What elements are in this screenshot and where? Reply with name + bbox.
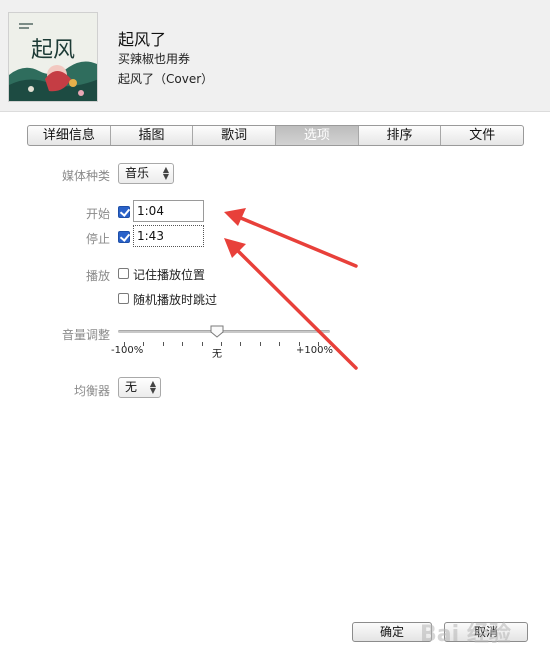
volume-slider-thumb[interactable] <box>210 325 224 338</box>
annotation-arrow-start <box>234 214 358 268</box>
playback-label: 播放 <box>85 269 110 283</box>
equalizer-select[interactable]: 无 ▲ ▼ <box>118 377 161 398</box>
tab-options[interactable]: 选项 <box>276 126 359 145</box>
album-cover-text: 起风 <box>31 38 75 63</box>
tab-artwork[interactable]: 插图 <box>111 126 194 145</box>
tab-sorting[interactable]: 排序 <box>359 126 442 145</box>
stop-time-input[interactable]: 1:43 <box>133 225 204 247</box>
watermark-logo: Bai 经验 <box>420 622 511 647</box>
tab-file[interactable]: 文件 <box>441 126 523 145</box>
album-cover-image: 起风 <box>8 12 98 102</box>
start-time-input[interactable]: 1:04 <box>133 200 204 222</box>
remember-position-label[interactable]: 记住播放位置 <box>133 266 205 283</box>
skip-shuffle-label[interactable]: 随机播放时跳过 <box>133 291 217 308</box>
track-title: 起风了 <box>118 30 167 49</box>
chevron-updown-icon: ▲ ▼ <box>149 379 156 395</box>
volume-min-label: -100% <box>111 345 144 356</box>
volume-tick <box>279 342 281 346</box>
volume-tick <box>162 342 164 346</box>
volume-tick <box>259 342 261 346</box>
track-artist: 买辣椒也用券 <box>118 52 191 66</box>
tab-details[interactable]: 详细信息 <box>28 126 111 145</box>
volume-tick <box>201 342 203 346</box>
equalizer-label: 均衡器 <box>73 384 110 398</box>
track-album: 起风了（Cover） <box>118 72 214 86</box>
remember-position-checkbox[interactable] <box>118 268 129 279</box>
stop-label: 停止 <box>85 232 110 246</box>
volume-max-label: +100% <box>296 345 333 356</box>
equalizer-value: 无 <box>125 380 138 394</box>
annotation-arrowhead-start <box>224 208 246 226</box>
skip-shuffle-checkbox[interactable] <box>118 293 129 304</box>
start-label: 开始 <box>85 207 110 221</box>
start-checkbox[interactable] <box>118 206 130 218</box>
media-kind-label: 媒体种类 <box>61 169 110 183</box>
volume-tick <box>182 342 184 346</box>
volume-tick <box>143 342 145 346</box>
track-header: 起风 起风了 买辣椒也用券 起风了（Cover） <box>0 0 550 112</box>
annotation-arrowhead-stop <box>224 238 246 258</box>
stop-checkbox[interactable] <box>118 231 130 243</box>
volume-slider-track[interactable] <box>118 330 330 333</box>
album-cover-art: 起风 <box>9 13 97 101</box>
volume-label: 音量调整 <box>61 328 110 342</box>
volume-mid-label: 无 <box>212 349 222 360</box>
chevron-updown-icon: ▲ ▼ <box>162 165 169 181</box>
media-kind-value: 音乐 <box>125 166 150 180</box>
tab-bar: 详细信息 插图 歌词 选项 排序 文件 <box>27 125 524 146</box>
media-kind-select[interactable]: 音乐 ▲ ▼ <box>118 163 174 184</box>
volume-tick <box>240 342 242 346</box>
tab-lyrics[interactable]: 歌词 <box>193 126 277 145</box>
